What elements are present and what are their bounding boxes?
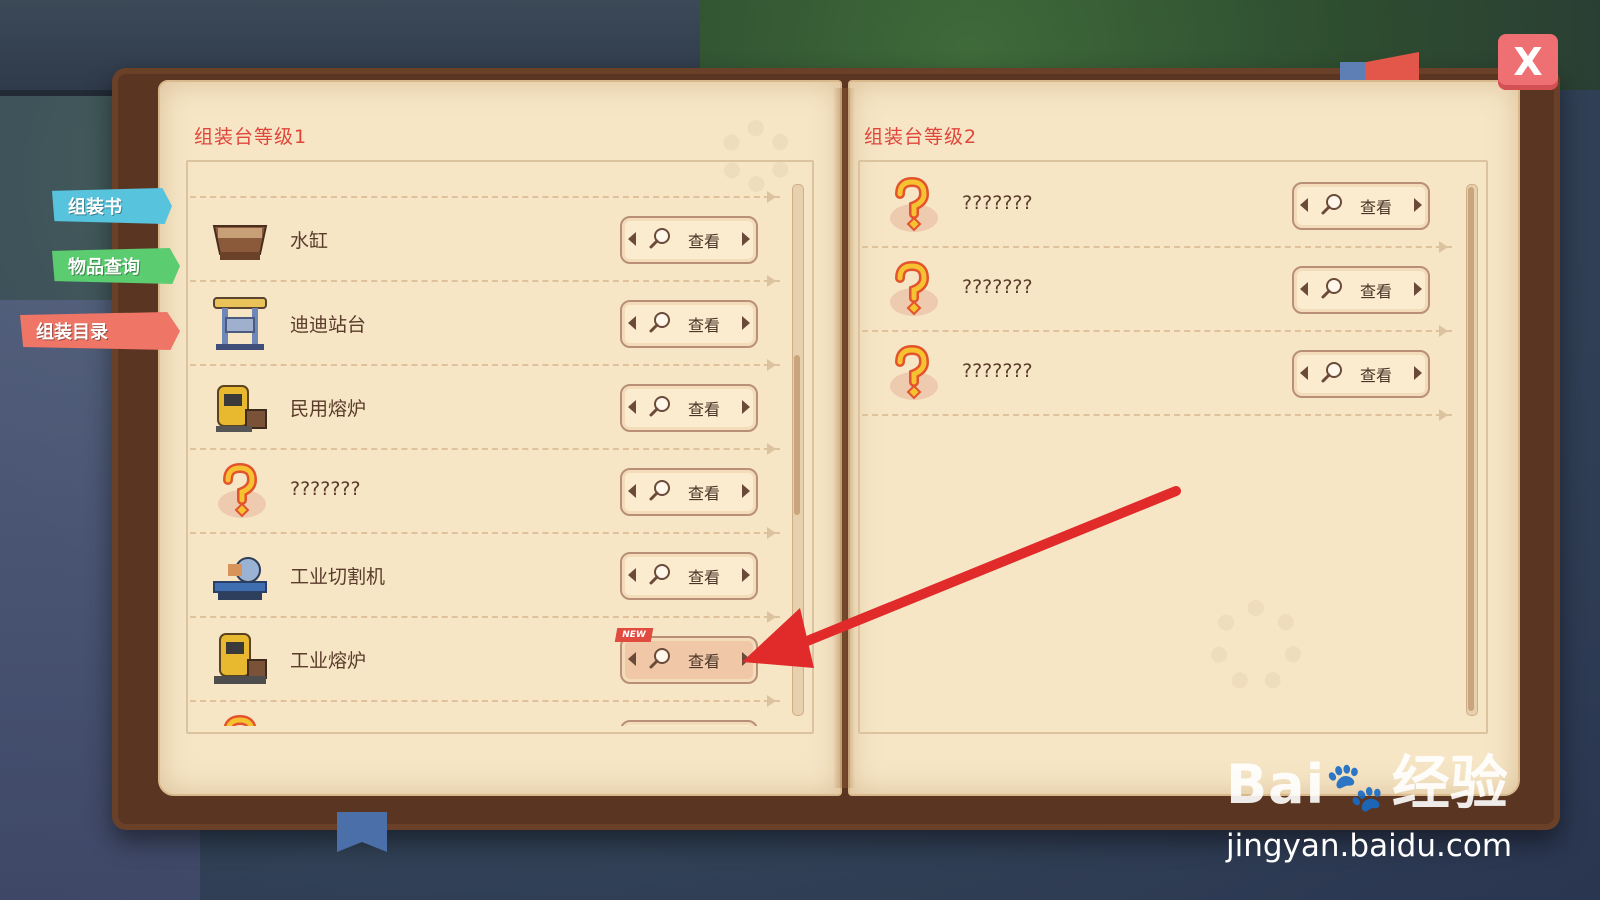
view-button[interactable]: 查看 [1292, 350, 1430, 398]
recipe-list-level-1[interactable]: 水缸 查看 迪迪站台 查看 民用熔炉 查看??????? 查看 工业切割机 查看 工业熔炉 NEW 查… [190, 164, 780, 726]
view-button[interactable]: 查看 [620, 216, 758, 264]
tab-assembly-book[interactable]: 组装书 [52, 188, 172, 224]
recipe-list-level-2[interactable]: ??????? 查看??????? 查看??????? 查看 [862, 164, 1452, 726]
chevron-left-icon [628, 400, 636, 414]
row-divider-arrow [1439, 409, 1448, 421]
chevron-left-icon [1300, 282, 1308, 296]
question-mark-icon [880, 342, 944, 406]
scrollbar-right[interactable] [1466, 184, 1478, 716]
item-name: 迪迪站台 [290, 314, 367, 336]
industrial-furnace-icon [208, 628, 272, 692]
view-button-label: 查看 [687, 568, 720, 587]
water-tank-icon [208, 208, 272, 272]
tab-label: 物品查询 [68, 257, 140, 278]
list-item: ???????查看 [190, 702, 780, 726]
item-name: ??????? [962, 276, 1033, 298]
chevron-right-icon [742, 568, 750, 582]
view-button-label: 查看 [687, 400, 720, 419]
new-badge: NEW [614, 628, 653, 642]
chevron-right-icon [742, 316, 750, 330]
chevron-right-icon [742, 484, 750, 498]
page-title-level-1: 组装台等级1 [194, 126, 308, 148]
item-name: 工业切割机 [290, 566, 386, 588]
list-item-partial [190, 164, 780, 203]
view-button[interactable]: 查看 [620, 300, 758, 348]
page-title-level-2: 组装台等级2 [864, 126, 978, 148]
view-button[interactable]: 查看 [1292, 182, 1430, 230]
close-icon: X [1513, 40, 1543, 84]
chevron-left-icon [628, 484, 636, 498]
chevron-left-icon [628, 568, 636, 582]
civil-furnace-icon [208, 376, 272, 440]
view-button-label: 查看 [1359, 366, 1392, 385]
list-item: 水缸 查看 [190, 198, 780, 287]
item-name: ??????? [290, 478, 361, 500]
item-name: 水缸 [290, 230, 329, 252]
view-button-label: 查看 [687, 316, 720, 335]
view-button-label: 查看 [687, 484, 720, 503]
chevron-left-icon [628, 232, 636, 246]
item-name: 工业熔炉 [290, 650, 367, 672]
book-spine [833, 88, 855, 788]
view-button[interactable]: NEW 查看 [614, 628, 758, 684]
chevron-right-icon [1414, 366, 1422, 380]
didi-station-icon [208, 292, 272, 356]
chevron-right-icon [742, 232, 750, 246]
chevron-right-icon [1414, 282, 1422, 296]
chevron-left-icon [1300, 198, 1308, 212]
question-mark-icon [880, 174, 944, 238]
scrollbar-left[interactable] [792, 184, 804, 716]
close-button[interactable]: X [1498, 34, 1558, 90]
item-name: 民用熔炉 [290, 398, 367, 420]
list-item: 迪迪站台 查看 [190, 282, 780, 371]
industrial-cutter-icon [208, 544, 272, 608]
baidu-watermark-logo: Bai🐾 经验 [1226, 749, 1508, 817]
scrollbar-thumb[interactable] [794, 355, 800, 515]
question-mark-icon [208, 712, 272, 726]
bookmark-ribbon-bottom [337, 812, 387, 852]
list-item: 工业切割机 查看 [190, 534, 780, 623]
view-button[interactable]: 查看 [620, 384, 758, 432]
question-mark-icon [208, 460, 272, 524]
tab-assembly-catalog[interactable]: 组装目录 [20, 312, 180, 350]
item-name: ??????? [962, 360, 1033, 382]
chevron-right-icon [1414, 198, 1422, 212]
tab-label: 组装目录 [36, 322, 108, 343]
chevron-right-icon [742, 400, 750, 414]
chevron-right-icon [742, 652, 750, 666]
item-name: ??????? [962, 192, 1033, 214]
view-button[interactable]: 查看 [620, 720, 758, 726]
watermark-brand-cn: 经验 [1391, 749, 1508, 817]
view-button-label: 查看 [1359, 198, 1392, 217]
list-item: ??????? 查看 [862, 332, 1452, 421]
list-item: ??????? 查看 [862, 164, 1452, 253]
list-item: 工业熔炉 NEW 查看 [190, 618, 780, 707]
chevron-left-icon [628, 652, 636, 666]
chevron-left-icon [628, 316, 636, 330]
question-mark-icon [880, 258, 944, 322]
list-item: 民用熔炉 查看 [190, 366, 780, 455]
tab-label: 组装书 [68, 197, 122, 218]
view-button[interactable]: 查看 [620, 552, 758, 600]
list-item: ??????? 查看 [862, 248, 1452, 337]
watermark-brand: Bai [1226, 753, 1326, 816]
view-button-label: 查看 [687, 232, 720, 251]
scrollbar-thumb[interactable] [1468, 187, 1474, 711]
chevron-left-icon [1300, 366, 1308, 380]
view-button[interactable]: 查看 [1292, 266, 1430, 314]
watermark-url: jingyan.baidu.com [1226, 828, 1513, 864]
view-button[interactable]: 查看 [620, 468, 758, 516]
view-button-label: 查看 [687, 652, 720, 671]
view-button-label: 查看 [1359, 282, 1392, 301]
tab-item-query[interactable]: 物品查询 [52, 248, 180, 284]
list-item: ??????? 查看 [190, 450, 780, 539]
